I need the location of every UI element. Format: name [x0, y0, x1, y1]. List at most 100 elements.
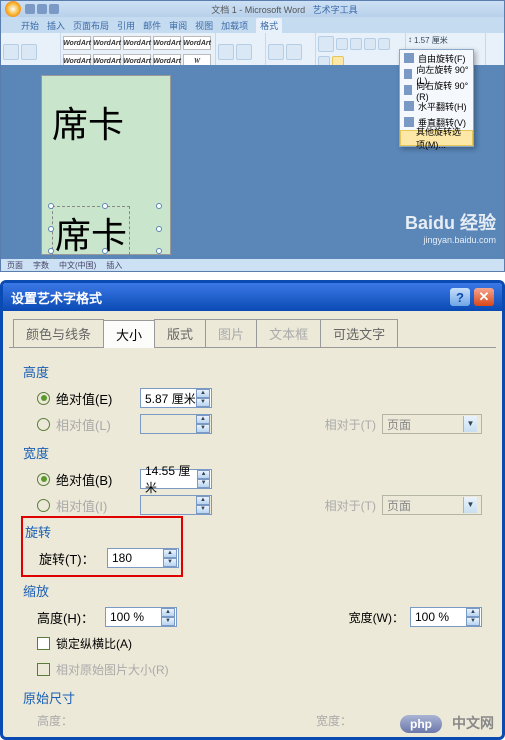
redo-icon[interactable]	[49, 4, 59, 14]
label-rel-i: 相对值(I)	[56, 496, 134, 515]
radio-height-rel[interactable]	[37, 418, 50, 431]
chevron-up-icon[interactable]: ▲	[163, 549, 177, 558]
selection-handle[interactable]	[156, 248, 162, 254]
checkbox-lock-aspect[interactable]	[37, 637, 50, 650]
selection-handle[interactable]	[156, 226, 162, 232]
tab-view[interactable]: 视图	[195, 19, 213, 32]
help-button[interactable]: ?	[450, 288, 470, 306]
chevron-down-icon[interactable]: ▼	[163, 558, 177, 567]
wordart-preset[interactable]: WordArt	[63, 36, 91, 50]
status-lang[interactable]: 中文(中国)	[59, 260, 96, 271]
chevron-down-icon[interactable]: ▼	[197, 479, 210, 488]
dialog-body: 高度 绝对值(E) 5.87 厘米▲▼ 相对值(L) ▲▼ 相对于(T) 页面▼…	[9, 347, 496, 737]
selection-handle[interactable]	[156, 203, 162, 209]
label-scale-h: 高度(H)：	[37, 608, 99, 627]
tab-size[interactable]: 大小	[103, 320, 155, 348]
undo-icon[interactable]	[37, 4, 47, 14]
tab-layout[interactable]: 页面布局	[73, 19, 109, 32]
3d-button[interactable]	[268, 44, 284, 60]
status-words[interactable]: 字数	[33, 260, 49, 271]
tab-mailings[interactable]: 邮件	[143, 19, 161, 32]
chevron-down-icon: ▼	[463, 416, 477, 432]
menu-rotate-right[interactable]: 向右旋转 90°(R)	[400, 82, 473, 98]
chevron-down-icon: ▼	[463, 497, 477, 513]
height-value[interactable]: 1.57 厘米	[414, 35, 448, 46]
watermark: Baidu 经验 jingyan.baidu.com	[405, 209, 496, 245]
tab-addins[interactable]: 加载项	[221, 19, 248, 32]
section-width: 宽度	[23, 443, 482, 462]
chevron-down-icon[interactable]: ▼	[196, 398, 210, 407]
tab-references[interactable]: 引用	[117, 19, 135, 32]
tab-color-lines[interactable]: 颜色与线条	[13, 319, 104, 347]
wordart-preset[interactable]: WordArt	[123, 36, 151, 50]
section-orig: 原始尺寸	[23, 688, 482, 707]
wordart-text-1[interactable]: 席卡	[52, 96, 124, 148]
combo-height-relto: 页面▼	[382, 414, 482, 434]
wordart-preset[interactable]: WordArt	[183, 36, 211, 50]
menu-flip-h[interactable]: 水平翻转(H)	[400, 98, 473, 114]
group-button[interactable]	[378, 38, 390, 50]
wordart-preset[interactable]: WordArt	[93, 36, 121, 50]
bring-front-button[interactable]	[336, 38, 348, 50]
selection-handle[interactable]	[102, 203, 108, 209]
selection-handle[interactable]	[48, 248, 54, 254]
label-orig-w: 宽度：	[316, 712, 352, 729]
input-scale-w[interactable]: 100 %▲▼	[410, 607, 482, 627]
chevron-up-icon[interactable]: ▲	[466, 608, 480, 617]
position-button[interactable]	[318, 36, 334, 52]
selection-handle[interactable]	[48, 203, 54, 209]
chevron-down-icon[interactable]: ▼	[161, 617, 175, 626]
page: 席卡 席卡	[41, 75, 171, 255]
tab-layout[interactable]: 版式	[154, 319, 206, 347]
tab-picture: 图片	[205, 319, 257, 347]
save-icon[interactable]	[25, 4, 35, 14]
selection-handle[interactable]	[48, 226, 54, 232]
chevron-up-icon[interactable]: ▲	[161, 608, 175, 617]
wordart-text-2-selected[interactable]: 席卡	[52, 206, 130, 260]
chevron-down-icon[interactable]: ▼	[466, 617, 480, 626]
section-rotate: 旋转	[25, 522, 179, 541]
dialog-titlebar[interactable]: 设置艺术字格式 ? ✕	[3, 283, 502, 311]
selection-handle[interactable]	[102, 248, 108, 254]
radio-width-rel[interactable]	[37, 499, 50, 512]
input-rotate[interactable]: 180▲▼	[107, 548, 179, 568]
send-back-button[interactable]	[364, 38, 376, 50]
input-height-abs[interactable]: 5.87 厘米▲▼	[140, 388, 212, 408]
shadow-nudge[interactable]	[236, 44, 252, 60]
status-insert[interactable]: 插入	[106, 260, 122, 271]
spacing-button[interactable]	[21, 44, 37, 60]
3d-tilt[interactable]	[286, 44, 302, 60]
tab-home[interactable]: 开始	[21, 19, 39, 32]
menu-more-rotate[interactable]: 其他旋转选项(M)...	[400, 130, 473, 146]
label-rel-l: 相对值(L)	[56, 415, 134, 434]
tab-format[interactable]: 格式	[256, 18, 282, 33]
radio-width-abs[interactable]	[37, 473, 50, 486]
rotate-left-icon	[404, 69, 412, 79]
wordart-preset[interactable]: WordArt	[153, 36, 181, 50]
input-scale-h[interactable]: 100 %▲▼	[105, 607, 177, 627]
format-wordart-dialog: 设置艺术字格式 ? ✕ 颜色与线条 大小 版式 图片 文本框 可选文字 高度 绝…	[0, 280, 505, 740]
status-page[interactable]: 页面	[7, 260, 23, 271]
office-button[interactable]	[5, 1, 21, 17]
close-button[interactable]: ✕	[474, 288, 494, 306]
label-abs-b: 绝对值(B)	[56, 470, 134, 489]
radio-height-abs[interactable]	[37, 392, 50, 405]
section-scale: 缩放	[23, 581, 482, 600]
tab-insert[interactable]: 插入	[47, 19, 65, 32]
chevron-up-icon[interactable]: ▲	[196, 389, 210, 398]
align-button[interactable]	[350, 38, 362, 50]
tab-alttext[interactable]: 可选文字	[320, 319, 398, 347]
rotate-dropdown: 自由旋转(F) 向左旋转 90°(L) 向右旋转 90°(R) 水平翻转(H) …	[399, 49, 474, 147]
watermark-url: jingyan.baidu.com	[405, 235, 496, 245]
chevron-up-icon[interactable]: ▲	[197, 470, 210, 479]
tab-review[interactable]: 审阅	[169, 19, 187, 32]
watermark-logo: Baidu 经验	[405, 209, 496, 235]
shadow-button[interactable]	[218, 44, 234, 60]
php-badge: php	[400, 715, 442, 733]
dialog-title: 设置艺术字格式	[11, 288, 446, 307]
cn-badge: 中文网	[452, 713, 494, 733]
label-relto-t2: 相对于(T)	[325, 497, 376, 514]
flip-h-icon	[404, 101, 414, 111]
input-width-abs[interactable]: 14.55 厘米▲▼	[140, 469, 212, 489]
edit-text-button[interactable]	[3, 44, 19, 60]
